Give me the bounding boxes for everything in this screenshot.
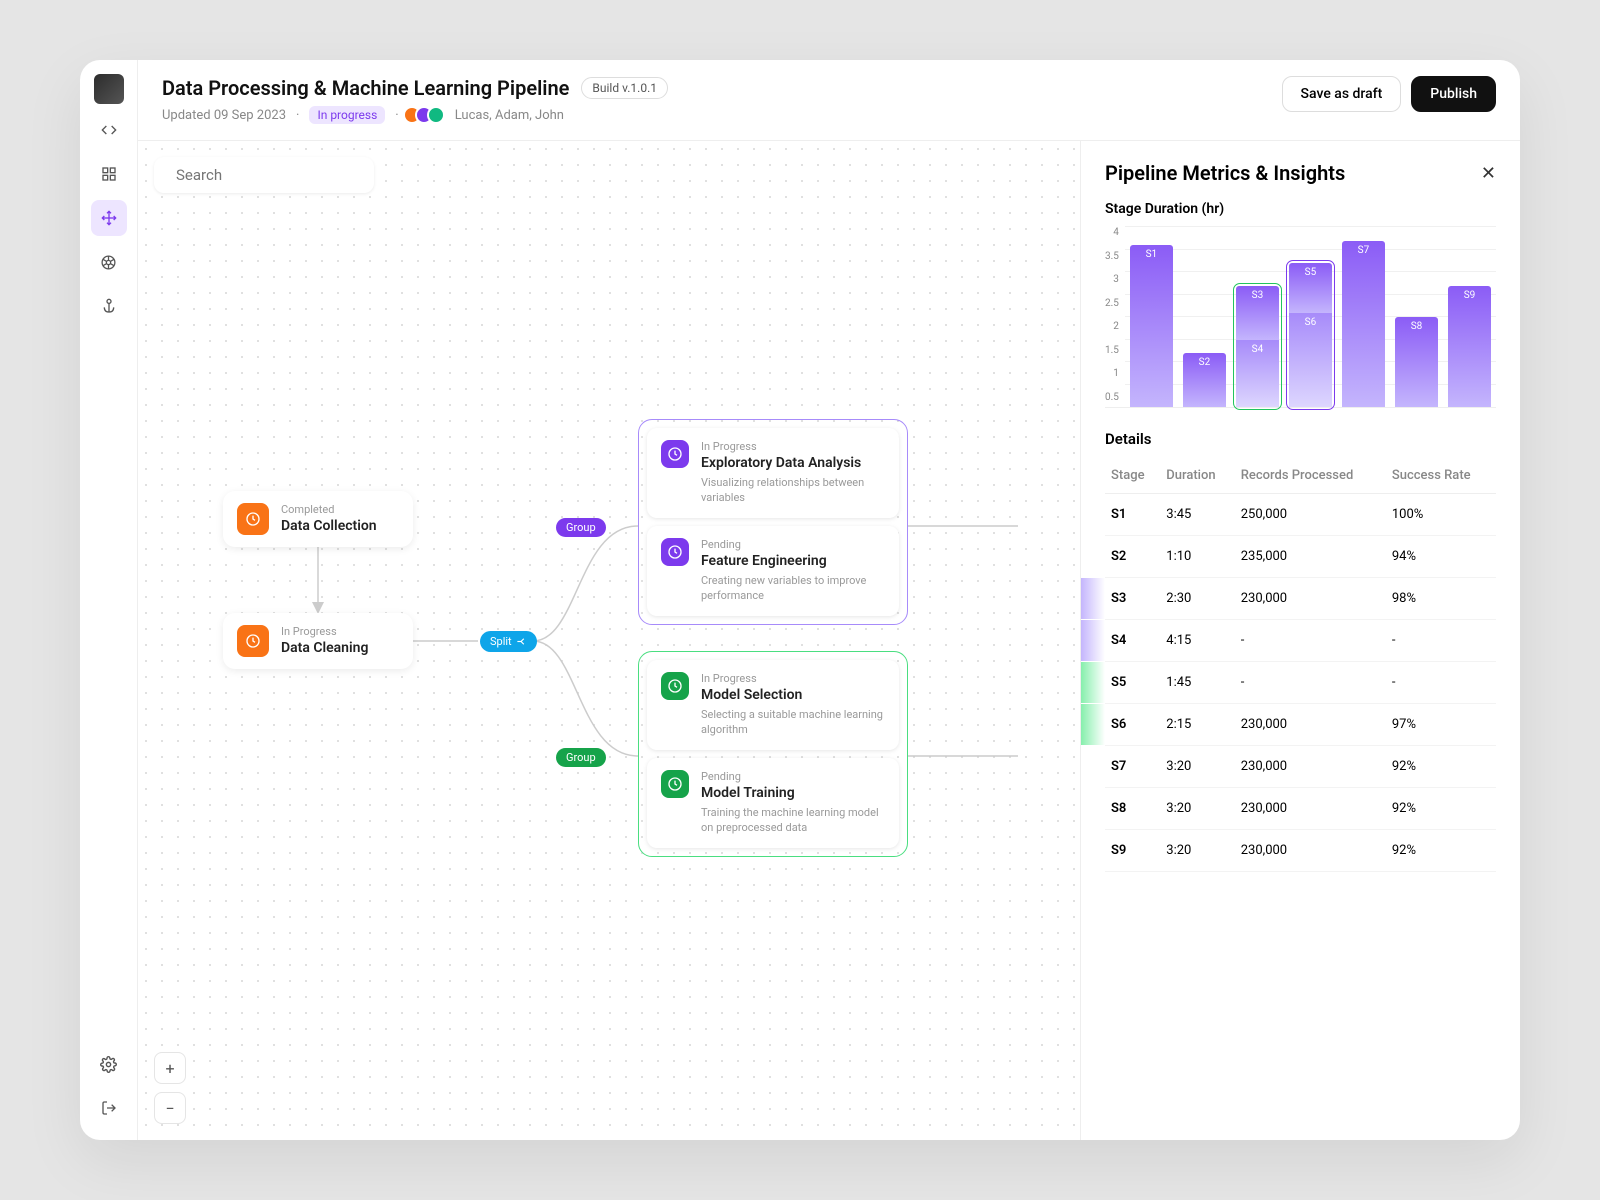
zoom-out-button[interactable]: − bbox=[154, 1092, 186, 1124]
sidebar bbox=[80, 60, 138, 1140]
table-row[interactable]: S44:15-- bbox=[1105, 620, 1496, 662]
clock-icon bbox=[237, 503, 269, 535]
group-label-purple[interactable]: Group bbox=[556, 518, 606, 537]
details-table: Stage Duration Records Processed Success… bbox=[1105, 458, 1496, 872]
split-badge[interactable]: Split bbox=[480, 631, 537, 652]
move-icon[interactable] bbox=[91, 200, 127, 236]
close-icon[interactable]: ✕ bbox=[1481, 163, 1496, 184]
insights-panel: Pipeline Metrics & Insights ✕ Stage Dura… bbox=[1080, 141, 1520, 1140]
anchor-icon[interactable] bbox=[91, 288, 127, 324]
node-model-selection[interactable]: In Progress Model Selection Selecting a … bbox=[647, 660, 899, 750]
settings-icon[interactable] bbox=[91, 1046, 127, 1082]
dashboard-icon[interactable] bbox=[91, 156, 127, 192]
search-box[interactable] bbox=[154, 157, 374, 193]
group-green[interactable]: In Progress Model Selection Selecting a … bbox=[638, 651, 908, 857]
chart-title: Stage Duration (hr) bbox=[1105, 201, 1496, 217]
save-draft-button[interactable]: Save as draft bbox=[1282, 76, 1402, 112]
table-row[interactable]: S62:15230,00097% bbox=[1105, 704, 1496, 746]
clock-icon bbox=[661, 538, 689, 566]
node-feature-eng[interactable]: Pending Feature Engineering Creating new… bbox=[647, 526, 899, 616]
table-row[interactable]: S21:10235,00094% bbox=[1105, 536, 1496, 578]
table-row[interactable]: S73:20230,00092% bbox=[1105, 746, 1496, 788]
panel-title: Pipeline Metrics & Insights bbox=[1105, 161, 1345, 185]
zoom-in-button[interactable]: + bbox=[154, 1052, 186, 1084]
details-title: Details bbox=[1105, 430, 1496, 448]
logout-icon[interactable] bbox=[91, 1090, 127, 1126]
user-avatar[interactable] bbox=[94, 74, 124, 104]
table-row[interactable]: S13:45250,000100% bbox=[1105, 494, 1496, 536]
group-label-green[interactable]: Group bbox=[556, 748, 606, 767]
search-input[interactable] bbox=[176, 166, 375, 184]
clock-icon bbox=[237, 625, 269, 657]
node-data-cleaning[interactable]: In Progress Data Cleaning bbox=[223, 613, 413, 669]
group-purple[interactable]: In Progress Exploratory Data Analysis Vi… bbox=[638, 419, 908, 625]
clock-icon bbox=[661, 440, 689, 468]
updated-text: Updated 09 Sep 2023 bbox=[162, 108, 286, 123]
status-badge: In progress bbox=[309, 106, 385, 124]
collaborator-avatars[interactable] bbox=[409, 106, 445, 124]
table-row[interactable]: S83:20230,00092% bbox=[1105, 788, 1496, 830]
wheel-icon[interactable] bbox=[91, 244, 127, 280]
page-title: Data Processing & Machine Learning Pipel… bbox=[162, 76, 569, 100]
node-data-collection[interactable]: Completed Data Collection bbox=[223, 491, 413, 547]
version-badge: Build v.1.0.1 bbox=[581, 77, 668, 99]
clock-icon bbox=[661, 672, 689, 700]
node-model-training[interactable]: Pending Model Training Training the mach… bbox=[647, 758, 899, 848]
node-eda[interactable]: In Progress Exploratory Data Analysis Vi… bbox=[647, 428, 899, 518]
table-row[interactable]: S93:20230,00092% bbox=[1105, 830, 1496, 872]
publish-button[interactable]: Publish bbox=[1411, 76, 1496, 112]
code-icon[interactable] bbox=[91, 112, 127, 148]
stage-duration-chart: 43.532.521.510.5 S1S2S3S4S5S6S7S8S9 bbox=[1105, 227, 1496, 408]
pipeline-canvas[interactable]: Completed Data Collection In Progress Da… bbox=[138, 141, 1080, 1140]
collaborator-names: Lucas, Adam, John bbox=[455, 108, 564, 123]
header: Data Processing & Machine Learning Pipel… bbox=[138, 60, 1520, 141]
table-row[interactable]: S51:45-- bbox=[1105, 662, 1496, 704]
table-row[interactable]: S32:30230,00098% bbox=[1105, 578, 1496, 620]
clock-icon bbox=[661, 770, 689, 798]
